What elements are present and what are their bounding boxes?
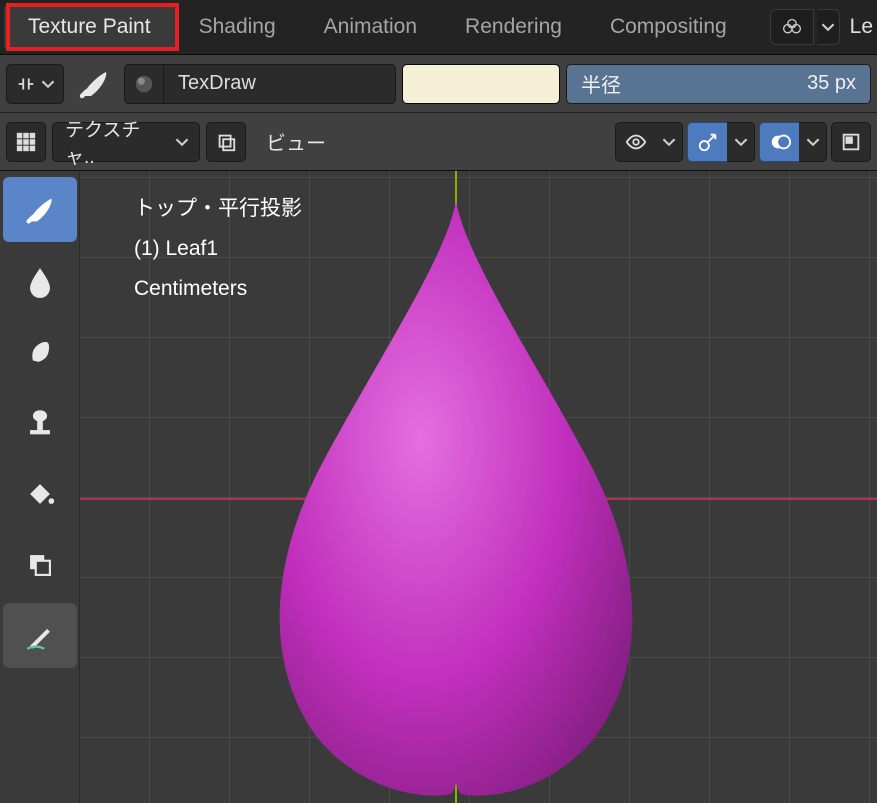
gizmo-dropdown[interactable] (727, 122, 755, 162)
tab-compositing[interactable]: Compositing (586, 5, 751, 49)
smear-icon (23, 335, 57, 369)
overlay-object-name: (1) Leaf1 (134, 229, 302, 269)
chevron-down-icon (41, 77, 55, 91)
tool-mask[interactable] (3, 532, 77, 597)
overlay-dropdown[interactable] (799, 122, 827, 162)
editor-header: テクスチャ.. ビュー (0, 113, 877, 171)
gizmo-icon (697, 131, 719, 153)
scene-selector[interactable] (770, 9, 814, 45)
pencil-icon (23, 619, 57, 653)
droplet-icon (23, 264, 57, 298)
menu-view[interactable]: ビュー (252, 122, 340, 162)
tool-soften[interactable] (3, 248, 77, 313)
tool-column (0, 171, 80, 803)
copy-icon (215, 131, 237, 153)
gizmo-button[interactable] (687, 122, 727, 162)
tool-annotate[interactable] (3, 603, 77, 668)
viewport-overlay-text: トップ・平行投影 (1) Leaf1 Centimeters (134, 189, 302, 309)
tool-clone[interactable] (3, 390, 77, 455)
mask-icon (23, 548, 57, 582)
workspace-tabs: Texture Paint Shading Animation Renderin… (0, 0, 877, 55)
tool-fill[interactable] (3, 461, 77, 526)
brush-preview-icon[interactable] (70, 60, 118, 108)
tab-shading[interactable]: Shading (175, 5, 300, 49)
chevron-down-icon (662, 135, 676, 149)
brush-datablock-icon[interactable] (124, 64, 164, 104)
sphere-icon (133, 73, 155, 95)
overlay-projection: トップ・平行投影 (134, 189, 302, 229)
radius-value: 35 px (807, 72, 856, 95)
chevron-down-icon (821, 20, 835, 34)
scene-name-truncated: Le (850, 15, 873, 39)
chevron-down-icon (175, 135, 189, 149)
chevron-down-icon (734, 135, 748, 149)
visibility-button[interactable] (615, 122, 655, 162)
main-area: トップ・平行投影 (1) Leaf1 Centimeters (0, 171, 877, 803)
chevron-down-icon (806, 135, 820, 149)
tool-smear[interactable] (3, 319, 77, 384)
scene-icon (782, 17, 802, 37)
region-toggle-button[interactable] (831, 122, 871, 162)
visibility-dropdown[interactable] (655, 122, 683, 162)
viewport-3d[interactable]: トップ・平行投影 (1) Leaf1 Centimeters (80, 171, 877, 803)
editor-type-button[interactable] (6, 122, 46, 162)
interaction-mode-dropdown[interactable]: テクスチャ.. (52, 122, 200, 162)
bucket-icon (23, 477, 57, 511)
stamp-icon (23, 406, 57, 440)
brush-name-field[interactable]: TexDraw (164, 64, 396, 104)
overlay-icon (769, 131, 791, 153)
paint-color-swatch[interactable] (402, 64, 560, 104)
eye-icon (625, 131, 647, 153)
axis-x-line (80, 498, 877, 500)
tool-settings-bar: TexDraw 半径 35 px (0, 55, 877, 113)
axis-y-line (455, 171, 457, 803)
tab-texture-paint[interactable]: Texture Paint (4, 5, 175, 49)
overlay-units: Centimeters (134, 269, 302, 309)
slot-icon (15, 73, 37, 95)
brush-radius-field[interactable]: 半径 35 px (566, 64, 871, 104)
region-icon (840, 131, 862, 153)
tool-draw[interactable] (3, 177, 77, 242)
tab-rendering[interactable]: Rendering (441, 5, 586, 49)
paint-mode-dropdown[interactable] (6, 64, 64, 104)
radius-label: 半径 (581, 69, 621, 98)
copy-button[interactable] (206, 122, 246, 162)
overlay-button[interactable] (759, 122, 799, 162)
mode-label: テクスチャ.. (65, 115, 165, 169)
grid-icon (15, 131, 37, 153)
scene-selector-chevron[interactable] (818, 9, 840, 45)
tab-animation[interactable]: Animation (300, 5, 441, 49)
brush-icon (23, 193, 57, 227)
